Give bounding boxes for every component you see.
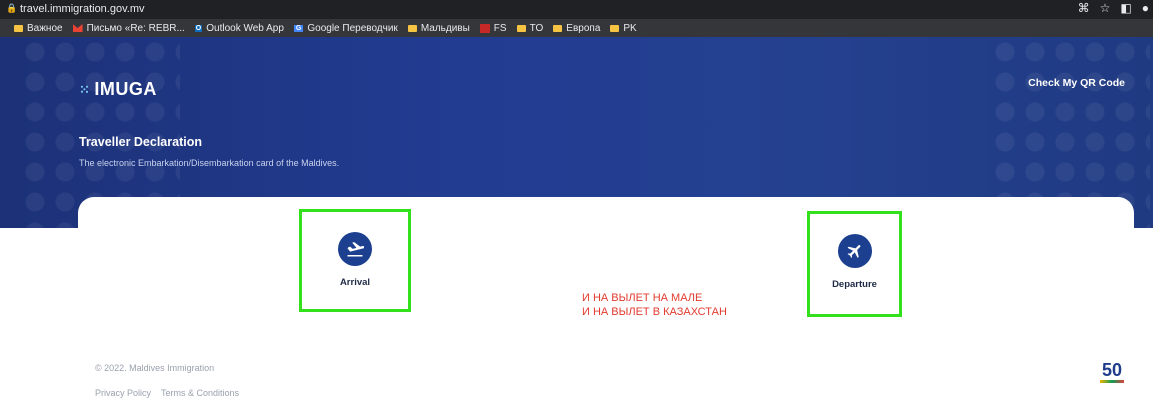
- bookmark-outlook[interactable]: O Outlook Web App: [194, 22, 284, 34]
- check-qr-code-link[interactable]: Check My QR Code: [1028, 77, 1125, 89]
- folder-icon: [516, 24, 526, 32]
- annotation-line-2: И НА ВЫЛЕТ В КАЗАХСТАН: [582, 306, 727, 318]
- gmail-icon: [72, 24, 83, 32]
- logo-dots-icon: ⁙: [79, 81, 91, 97]
- page-subtitle: The electronic Embarkation/Disembarkatio…: [79, 158, 340, 168]
- folder-icon: [14, 24, 23, 32]
- folder-icon: [553, 24, 563, 32]
- arrival-option[interactable]: Arrival: [299, 209, 411, 312]
- departure-label: Departure: [832, 279, 877, 290]
- bookmark-maldives[interactable]: Мальдивы: [407, 22, 470, 34]
- bookmarks-bar: Важное Письмо «Re: REBR... O Outlook Web …: [0, 19, 1153, 37]
- profile-icon[interactable]: ●: [1142, 1, 1149, 15]
- lock-icon[interactable]: 🔒: [6, 3, 17, 14]
- browser-address-bar: 🔒 travel.immigration.gov.mv ⌘ ☆ ◧ ●: [0, 0, 1153, 19]
- bookmark-vazhnoe[interactable]: Важное: [14, 23, 63, 34]
- bookmark-label: Письмо «Re: REBR...: [86, 22, 185, 34]
- bookmark-label: FS: [493, 22, 507, 34]
- google-translate-icon: G: [293, 24, 304, 32]
- imuga-logo[interactable]: ⁙ IMUGA: [79, 79, 157, 100]
- bookmark-label: Google Переводчик: [307, 22, 398, 34]
- bookmark-label: PK: [623, 22, 637, 34]
- footer-links: Privacy Policy Terms & Conditions: [95, 388, 239, 398]
- terms-link[interactable]: Terms & Conditions: [161, 388, 239, 398]
- plane-takeoff-icon: [837, 234, 872, 268]
- bookmark-label: Outlook Web App: [206, 22, 284, 34]
- annotation-line-1: И НА ВЫЛЕТ НА МАЛЕ: [582, 292, 703, 304]
- translate-icon[interactable]: ⌘: [1078, 1, 1090, 15]
- logo-text: IMUGA: [94, 79, 157, 99]
- departure-option[interactable]: Departure: [807, 211, 902, 317]
- browser-toolbar-icons: ⌘ ☆ ◧ ●: [1078, 1, 1149, 15]
- fs-icon: [479, 23, 490, 33]
- bookmark-europe[interactable]: Европа: [553, 23, 600, 34]
- bookmark-label: TO: [529, 22, 544, 34]
- folder-icon: [610, 24, 620, 32]
- bookmark-label: Европа: [566, 22, 601, 34]
- anniversary-50-logo: 50: [1097, 361, 1127, 397]
- plane-landing-icon: [338, 232, 372, 266]
- sidepanel-icon[interactable]: ◧: [1120, 1, 1131, 15]
- badge-number: 50: [1101, 360, 1123, 380]
- bookmark-to[interactable]: TO: [516, 22, 544, 34]
- folder-icon: [407, 24, 417, 32]
- copyright: © 2022. Maldives Immigration: [95, 363, 215, 373]
- bookmark-gmail[interactable]: Письмо «Re: REBR...: [72, 22, 185, 34]
- star-icon[interactable]: ☆: [1100, 1, 1111, 15]
- outlook-icon: O: [194, 24, 203, 32]
- bookmark-google-translate[interactable]: G Google Переводчик: [293, 22, 398, 34]
- bookmark-pk[interactable]: PK: [610, 22, 637, 34]
- privacy-policy-link[interactable]: Privacy Policy: [95, 388, 151, 398]
- page-title: Traveller Declaration: [79, 135, 202, 149]
- badge-stripe: [1100, 380, 1124, 383]
- url-text[interactable]: travel.immigration.gov.mv: [20, 3, 145, 15]
- arrival-label: Arrival: [339, 277, 371, 288]
- bookmark-fs[interactable]: FS: [479, 22, 507, 34]
- bookmark-label: Мальдивы: [420, 22, 470, 34]
- annotation-text: И НА ВЫЛЕТ НА МАЛЕ И НА ВЫЛЕТ В КАЗАХСТА…: [582, 291, 727, 319]
- bookmark-label: Важное: [27, 22, 63, 34]
